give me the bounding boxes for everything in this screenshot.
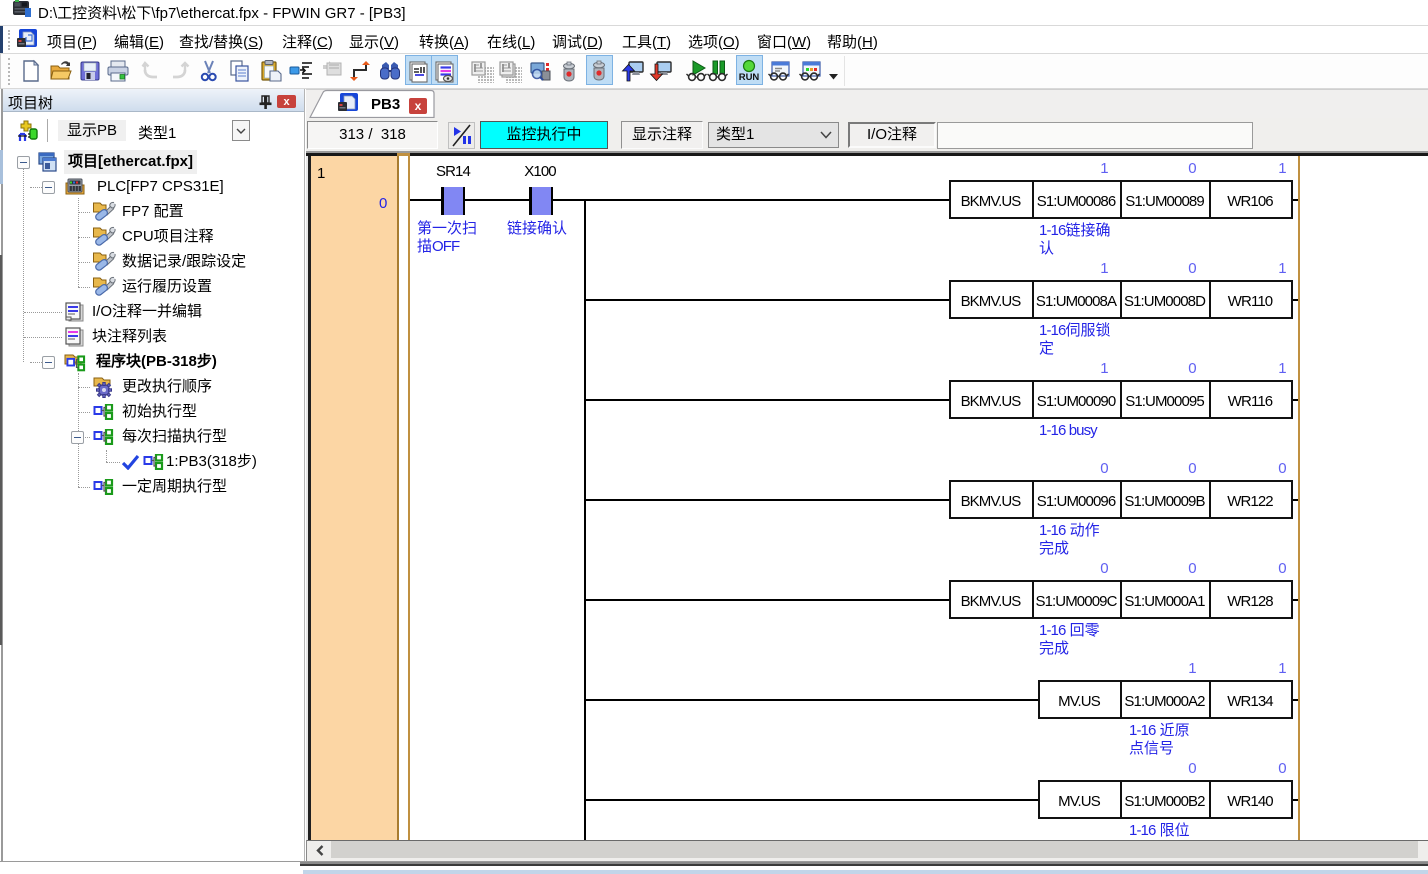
svg-text:RUN: RUN [739, 72, 760, 83]
